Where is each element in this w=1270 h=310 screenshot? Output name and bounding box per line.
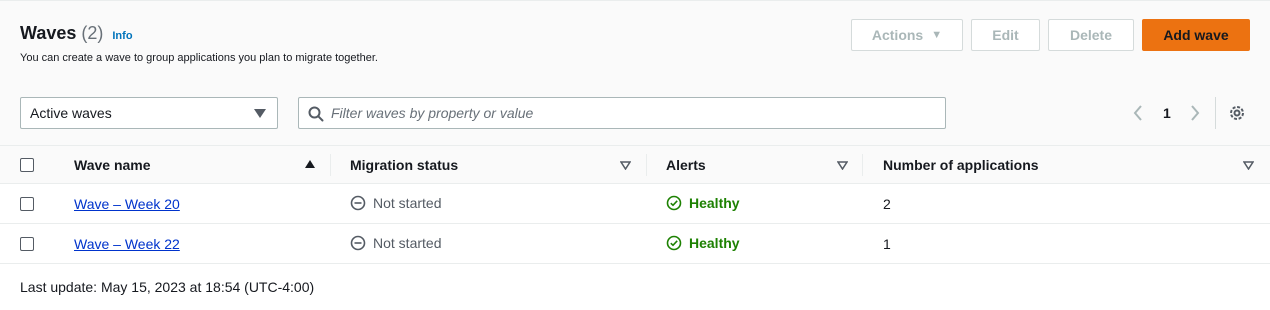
sort-icon[interactable] [1243,161,1254,170]
add-wave-button[interactable]: Add wave [1142,19,1250,51]
column-divider[interactable] [646,154,647,176]
column-header-number-of-applications[interactable]: Number of applications [883,157,1039,173]
caret-down-icon [254,109,266,118]
alert-status-text: Healthy [689,235,740,251]
delete-button[interactable]: Delete [1048,19,1134,51]
previous-page-button[interactable] [1133,101,1143,125]
actions-label: Actions [871,27,924,43]
column-divider[interactable] [862,154,863,176]
not-started-icon [350,235,366,251]
search-placeholder: Filter waves by property or value [331,105,534,121]
check-circle-icon [666,195,682,211]
pagination-divider [1215,97,1216,129]
column-divider[interactable] [330,154,331,176]
sort-ascending-icon[interactable] [305,160,315,168]
sort-icon[interactable] [837,161,848,170]
search-input[interactable]: Filter waves by property or value [298,97,946,129]
wave-status-select-value: Active waves [30,105,112,121]
column-header-migration-status[interactable]: Migration status [350,157,458,173]
select-all-checkbox[interactable] [20,158,34,172]
wave-name-link[interactable]: Wave – Week 22 [74,236,180,252]
container-header: Waves (2) Info You can create a wave to … [0,0,1270,145]
next-page-button[interactable] [1190,101,1200,125]
row-checkbox[interactable] [20,237,34,251]
migration-status: Not started [350,235,441,251]
table-row: Wave – Week 20 Not started Healthy 2 [0,184,1270,224]
sort-icon[interactable] [620,161,631,170]
current-page-number[interactable]: 1 [1163,101,1171,125]
application-count: 2 [883,196,891,212]
not-started-icon [350,195,366,211]
wave-count: (2) [81,23,104,43]
migration-status-text: Not started [373,195,442,211]
gear-icon[interactable] [1228,104,1246,122]
page-description: You can create a wave to group applicati… [20,52,378,64]
title-row: Waves (2) Info [20,23,133,44]
wave-status-select[interactable]: Active waves [20,97,278,129]
chevron-left-icon [1133,105,1142,121]
last-update-text: Last update: May 15, 2023 at 18:54 (UTC-… [20,279,315,295]
migration-status: Not started [350,195,441,211]
caret-down-icon: ▼ [931,29,943,41]
alert-status: Healthy [666,235,740,251]
page-title: Waves [20,23,77,43]
check-circle-icon [666,235,682,251]
column-header-alerts[interactable]: Alerts [666,157,706,173]
application-count: 1 [883,236,891,252]
table-row: Wave – Week 22 Not started Healthy 1 [0,224,1270,264]
alert-status: Healthy [666,195,740,211]
actions-button[interactable]: Actions ▼ [851,19,963,51]
info-link[interactable]: Info [112,30,132,42]
alert-status-text: Healthy [689,195,740,211]
search-icon [308,106,324,122]
chevron-right-icon [1191,105,1200,121]
edit-button[interactable]: Edit [971,19,1040,51]
table-header: Wave name Migration status Alerts Number… [0,145,1270,184]
wave-name-link[interactable]: Wave – Week 20 [74,196,180,212]
column-header-wave-name[interactable]: Wave name [74,157,151,173]
row-checkbox[interactable] [20,197,34,211]
migration-status-text: Not started [373,235,442,251]
